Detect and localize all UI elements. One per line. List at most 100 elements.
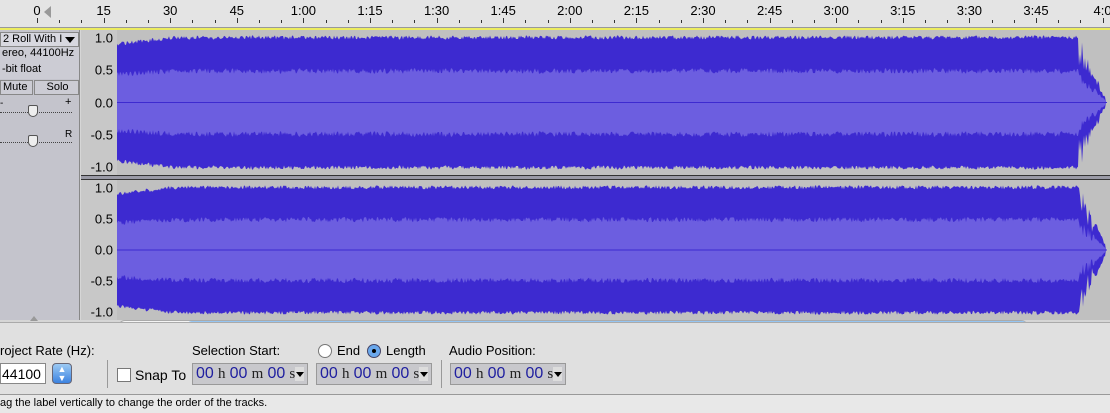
collapse-track-icon[interactable] [30, 312, 38, 321]
ruler-label: 1:45 [490, 3, 516, 18]
selection-length-time[interactable]: 00 h 00 m 00 s [316, 363, 433, 385]
format-dropdown-icon[interactable] [295, 367, 305, 382]
scale-label: -1.0 [90, 159, 113, 175]
play-head-marker[interactable] [38, 6, 51, 18]
scale-label: 0.5 [94, 211, 113, 227]
track-name: 2 Roll With I [3, 33, 63, 45]
ruler-tick [281, 20, 283, 23]
ruler-tick [1036, 18, 1037, 23]
ruler-tick [1058, 20, 1060, 23]
ruler-label: 30 [162, 3, 178, 18]
length-radio[interactable] [367, 344, 381, 358]
ruler-label: 3:45 [1023, 3, 1049, 18]
ruler-label: 2:15 [623, 3, 650, 18]
ruler-tick [592, 20, 593, 23]
audio-position-label: Audio Position: [449, 343, 536, 358]
track-name-menu[interactable]: 2 Roll With I [0, 32, 79, 47]
project-rate-label: roject Rate (Hz): [0, 343, 95, 358]
ruler-label: 3:00 [823, 3, 849, 18]
ruler-tick [747, 20, 749, 23]
vertical-scale-track2: 1.0 0.5 0.0 -0.5 -1.0 [81, 180, 117, 320]
end-radio[interactable] [318, 344, 332, 358]
waveform-channel-left[interactable] [117, 30, 1110, 175]
ruler-tick [1080, 20, 1082, 23]
ruler-tick [525, 20, 527, 23]
mute-button[interactable]: Mute [0, 80, 33, 95]
ruler-tick [436, 18, 438, 23]
ruler-tick [59, 20, 61, 23]
ruler-tick [170, 18, 172, 23]
ruler-tick [259, 20, 260, 23]
ruler-label: 45 [229, 3, 245, 18]
ruler-tick [703, 18, 704, 23]
ruler-tick [392, 20, 394, 23]
format-dropdown-icon[interactable] [419, 367, 429, 382]
format-dropdown-icon[interactable] [553, 367, 563, 382]
ruler-tick [192, 20, 194, 23]
audio-position-time[interactable]: 00 h 00 m 00 s [450, 363, 567, 385]
status-bar: ag the label vertically to change the or… [0, 394, 1110, 413]
ruler-tick [925, 20, 926, 23]
ruler-label: 1:00 [290, 3, 317, 18]
ruler-label: 3:30 [956, 3, 983, 18]
ruler-tick [103, 18, 105, 23]
ruler-tick [569, 18, 571, 23]
ruler-tick [503, 18, 505, 23]
snap-to-label: Snap To [135, 367, 187, 383]
length-radio-label: Length [386, 343, 426, 358]
track-control-panel[interactable]: 2 Roll With I ereo, 44100Hz -bit float M… [0, 30, 80, 321]
waveform-channel-right[interactable] [117, 180, 1110, 320]
ruler-tick [481, 20, 482, 23]
ruler-tick [614, 20, 616, 23]
ruler-tick [814, 20, 815, 23]
scale-label: 0.0 [94, 95, 113, 110]
ruler-tick [414, 20, 416, 23]
ruler-tick [680, 20, 682, 23]
ruler-label: 3:15 [890, 3, 916, 18]
ruler-tick [214, 20, 216, 23]
scale-label: -0.5 [90, 273, 113, 289]
pan-slider-thumb[interactable] [28, 135, 38, 147]
toolbar-separator [107, 360, 108, 388]
selection-start-label: Selection Start: [192, 343, 281, 358]
ruler-label: 15 [96, 3, 111, 18]
ruler-tick [236, 18, 238, 23]
ruler-tick [725, 20, 727, 23]
snap-to-checkbox[interactable] [117, 368, 131, 382]
ruler-tick [458, 20, 460, 23]
project-rate-input[interactable]: 44100 [0, 363, 46, 384]
solo-button[interactable]: Solo [34, 80, 79, 95]
ruler-label: 1:30 [423, 3, 450, 18]
timeline-ruler[interactable]: 0 15 30 45 1:00 1:15 1:30 1:45 2:00 2:15 2:30 2:45 3… [0, 0, 1110, 28]
ruler-tick [303, 18, 305, 23]
pan-r-label: R [65, 129, 73, 140]
ruler-tick [991, 20, 993, 23]
toolbar-separator [441, 360, 442, 388]
track-bit-depth: -bit float [0, 63, 79, 79]
ruler-label: 4:0 [1093, 3, 1110, 18]
scale-label: 1.0 [94, 180, 113, 196]
scale-label: 0.5 [94, 62, 113, 78]
scale-label: -0.5 [90, 127, 113, 143]
ruler-tick [969, 18, 971, 23]
gain-slider-thumb[interactable] [28, 105, 38, 117]
track-format: ereo, 44100Hz [0, 47, 79, 63]
ruler-tick [858, 20, 860, 23]
ruler-tick [37, 18, 38, 23]
ruler-tick [636, 18, 638, 23]
ruler-tick [547, 20, 549, 23]
ruler-tick [125, 20, 127, 23]
scale-label: 0.0 [94, 242, 113, 258]
ruler-tick [880, 20, 882, 23]
ruler-tick [947, 20, 949, 23]
ruler-tick [347, 20, 349, 23]
ruler-tick [148, 20, 149, 23]
ruler-tick [81, 20, 83, 23]
ruler-tick [1013, 20, 1015, 23]
selection-start-time[interactable]: 00 h 00 m 00 s [192, 363, 309, 385]
scale-label: -1.0 [90, 304, 113, 320]
ruler-tick [1102, 18, 1104, 23]
ruler-label: 1:15 [357, 3, 383, 18]
project-rate-stepper[interactable]: ▲ ▼ [52, 363, 72, 384]
ruler-tick [836, 18, 838, 23]
